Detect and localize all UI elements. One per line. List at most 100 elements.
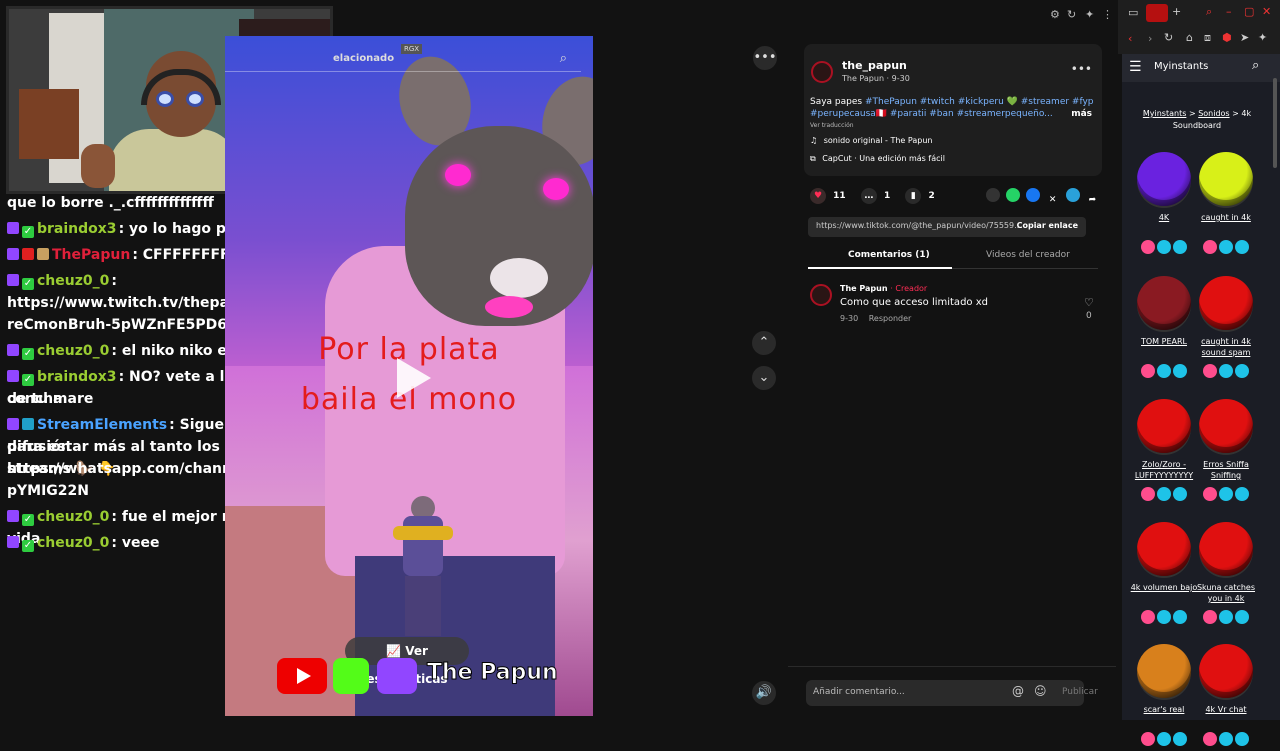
share-icon[interactable]	[1173, 364, 1187, 378]
share-icon[interactable]	[1235, 732, 1249, 746]
bookmark-icon[interactable]: ▮	[905, 188, 922, 204]
sound-button[interactable]	[1199, 644, 1253, 698]
chat-username[interactable]: cheuz0_0	[37, 273, 109, 289]
share-icon[interactable]	[1235, 487, 1249, 501]
mention-icon[interactable]: @	[1012, 684, 1024, 698]
facebook-icon[interactable]	[1025, 188, 1040, 202]
chat-username[interactable]: braindox3	[37, 221, 117, 237]
heart-outline-icon[interactable]: ♡	[1084, 296, 1094, 309]
favorite-icon[interactable]	[1203, 487, 1217, 501]
x-icon[interactable]: ✕	[1046, 195, 1060, 209]
sound-label[interactable]: caught in 4k sound spam	[1191, 336, 1261, 358]
play-icon[interactable]	[397, 358, 431, 398]
favorite-icon[interactable]	[1141, 364, 1155, 378]
sound-button[interactable]	[1137, 399, 1191, 453]
chevron-up-icon[interactable]: ⌃	[752, 331, 776, 355]
whatsapp-icon[interactable]	[1005, 188, 1020, 202]
hamburger-menu-icon[interactable]: ☰	[1129, 59, 1142, 75]
capcut-row[interactable]: ⧉ CapCut · Una edición más fácil	[810, 154, 945, 164]
forward-icon[interactable]: ›	[1148, 32, 1152, 45]
share-icon[interactable]: ➦	[1085, 195, 1099, 209]
share-icon[interactable]	[1173, 732, 1187, 746]
chat-username[interactable]: ThePapun	[52, 247, 130, 263]
sound-label[interactable]: caught in 4k	[1191, 212, 1261, 223]
share-icon[interactable]	[1173, 240, 1187, 254]
tab-thumbnail[interactable]	[1146, 4, 1168, 22]
favorite-icon[interactable]	[1141, 240, 1155, 254]
refresh-icon[interactable]: ↻	[1067, 8, 1076, 21]
chat-username[interactable]: StreamElements	[37, 417, 167, 433]
favorite-icon[interactable]	[1141, 732, 1155, 746]
sound-button[interactable]	[1137, 522, 1191, 576]
comment-author[interactable]: The Papun	[840, 284, 888, 293]
hashtags-line1[interactable]: #ThePapun #twitch #kickperu 💚 #streamer …	[865, 97, 1094, 107]
favorite-icon[interactable]	[1141, 487, 1155, 501]
sound-button[interactable]	[1199, 276, 1253, 330]
sound-label[interactable]: 4k Vr chat	[1191, 704, 1261, 715]
scrollbar[interactable]	[1273, 78, 1277, 168]
share-icon[interactable]	[1235, 240, 1249, 254]
favorite-icon[interactable]	[1203, 240, 1217, 254]
link-icon[interactable]	[1157, 364, 1171, 378]
search-icon[interactable]: ⌕	[1206, 5, 1212, 19]
embed-icon[interactable]	[986, 188, 1000, 202]
search-icon[interactable]: ⌕	[560, 51, 567, 66]
favorite-icon[interactable]	[1203, 610, 1217, 624]
avatar[interactable]	[811, 61, 833, 83]
minimize-icon[interactable]: –	[1226, 5, 1232, 18]
sound-label[interactable]: Erros Sniffa Sniffing	[1191, 459, 1261, 481]
sound-button[interactable]	[1137, 152, 1191, 206]
share-link-text[interactable]: https://www.tiktok.com/@the_papun/video/…	[816, 221, 1021, 230]
reply-link[interactable]: Responder	[869, 314, 912, 323]
maximize-icon[interactable]: ▢	[1244, 5, 1254, 18]
menu-dots-icon[interactable]: ⋮	[1102, 8, 1113, 21]
more-link[interactable]: más	[1071, 108, 1092, 120]
volume-icon[interactable]: 🔊	[752, 681, 776, 705]
window-icon[interactable]: ▭	[1128, 6, 1138, 19]
avatar[interactable]	[810, 284, 832, 306]
emoji-icon[interactable]: ☺	[1034, 684, 1047, 698]
pin-icon[interactable]: ⌂	[1186, 31, 1193, 44]
more-options-icon[interactable]: •••	[1071, 62, 1092, 76]
settings-icon[interactable]: ⚙	[1050, 8, 1060, 21]
sound-label[interactable]: 4k volumen bajo	[1129, 582, 1199, 593]
back-icon[interactable]: ‹	[1128, 32, 1132, 45]
telegram-icon[interactable]	[1065, 188, 1080, 202]
link-icon[interactable]	[1157, 487, 1171, 501]
link-icon[interactable]	[1157, 240, 1171, 254]
favorite-icon[interactable]	[1141, 610, 1155, 624]
chat-username[interactable]: braindox3	[37, 369, 117, 385]
chat-username[interactable]: cheuz0_0	[37, 535, 109, 551]
more-options-icon[interactable]: •••	[753, 46, 777, 70]
crop-icon[interactable]: ⧈	[1204, 31, 1211, 45]
see-translation-link[interactable]: Ver traducción	[810, 122, 854, 129]
post-username[interactable]: the_papun	[842, 59, 907, 72]
chevron-down-icon[interactable]: ⌄	[752, 366, 776, 390]
share-icon[interactable]	[1235, 364, 1249, 378]
sound-button[interactable]	[1137, 276, 1191, 330]
favorite-icon[interactable]	[1203, 732, 1217, 746]
sound-label[interactable]: Zolo/Zoro - LUFFYYYYYYYY	[1129, 459, 1199, 481]
puzzle-icon[interactable]: ✦	[1085, 8, 1094, 21]
heart-icon[interactable]: ♥	[810, 188, 826, 204]
favorite-icon[interactable]	[1203, 364, 1217, 378]
copy-link-button[interactable]: Copiar enlace	[1017, 221, 1078, 230]
close-icon[interactable]: ✕	[1262, 5, 1271, 18]
link-icon[interactable]	[1219, 610, 1233, 624]
tab-comments[interactable]: Comentarios (1)	[848, 250, 930, 260]
share-icon[interactable]	[1235, 610, 1249, 624]
publish-button[interactable]: Publicar	[1062, 687, 1098, 697]
tab-creator-videos[interactable]: Videos del creador	[986, 250, 1070, 260]
search-icon[interactable]: ⌕	[1252, 58, 1259, 73]
sound-label[interactable]: scar's real	[1129, 704, 1199, 715]
send-icon[interactable]: ➤	[1240, 31, 1249, 44]
sound-button[interactable]	[1199, 522, 1253, 576]
chat-username[interactable]: cheuz0_0	[37, 343, 109, 359]
link-icon[interactable]	[1219, 487, 1233, 501]
sound-row[interactable]: ♫ sonido original - The Papun	[810, 136, 932, 145]
link-icon[interactable]	[1219, 364, 1233, 378]
share-icon[interactable]	[1173, 487, 1187, 501]
add-comment-input[interactable]: Añadir comentario... @ ☺	[806, 680, 1084, 706]
sound-label[interactable]: Skuna catches you in 4k	[1191, 582, 1261, 604]
breadcrumb-sounds[interactable]: Sonidos	[1198, 109, 1229, 118]
